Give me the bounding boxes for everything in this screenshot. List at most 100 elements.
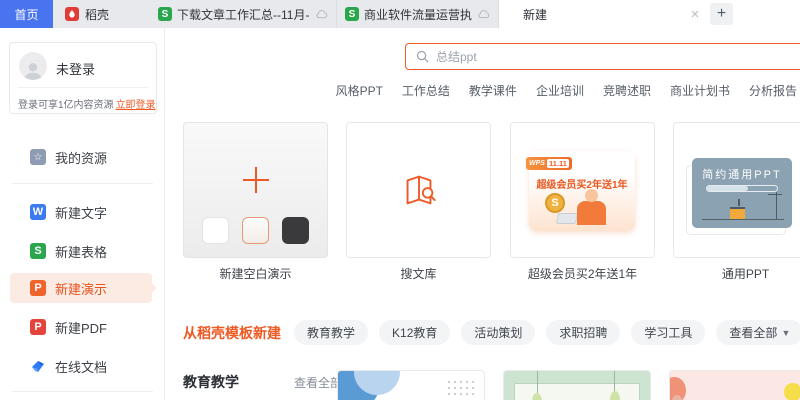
- sun-decor: [784, 383, 800, 400]
- theme-swatch-dark[interactable]: [282, 217, 309, 244]
- slide-pole: [775, 192, 777, 219]
- selected-arrow: [145, 282, 157, 294]
- avatar[interactable]: [19, 52, 47, 80]
- tab-document-1[interactable]: S 下载文章工作汇总--11月-翁思尧: [150, 0, 337, 28]
- card-label[interactable]: 搜文库: [346, 265, 491, 282]
- badge-date: 11.11: [546, 159, 569, 168]
- quick-link[interactable]: 分析报告: [749, 82, 797, 99]
- tab-document-1-title: 下载文章工作汇总--11月-翁思尧: [177, 7, 310, 22]
- thumbnail-decor: [672, 395, 682, 400]
- login-promo-label: 登录可享1亿内容资源: [18, 100, 114, 111]
- slide-chimney: [738, 199, 740, 206]
- tag-pill[interactable]: 求职招聘: [546, 320, 621, 345]
- promo-banner: WPS 11.11 超级会员买2年送1年 S: [526, 151, 635, 231]
- theme-swatch-white[interactable]: [202, 217, 229, 244]
- thumbnail-decor: [614, 371, 615, 393]
- login-promo-text: 登录可享1亿内容资源 立即登录: [18, 96, 156, 111]
- sidebar-item-label: 新建文字: [55, 205, 108, 221]
- sidebar-item-label: 我的资源: [55, 150, 108, 166]
- spreadsheet-icon: S: [158, 7, 172, 21]
- wps-1111-badge: WPS 11.11: [526, 157, 572, 170]
- docer-flame-icon: [65, 7, 79, 21]
- template-slide-preview: 简约通用PPT: [692, 158, 792, 228]
- search-input[interactable]: [436, 49, 736, 64]
- card-label[interactable]: 超级会员买2年送1年: [510, 265, 655, 282]
- theme-swatches: [184, 217, 327, 244]
- sidebar-item-new-document[interactable]: W 新建文字: [10, 197, 152, 227]
- presentation-icon: P: [30, 280, 46, 296]
- card-label[interactable]: 新建空白演示: [183, 265, 328, 282]
- spreadsheet-icon: S: [345, 7, 359, 21]
- sidebar-item-new-spreadsheet[interactable]: S 新建表格: [10, 236, 152, 266]
- sidebar-item-label: 新建演示: [55, 281, 108, 297]
- category-title: 教育教学: [183, 374, 239, 390]
- tag-pill[interactable]: 教育教学: [294, 320, 369, 345]
- super-member-promo-card[interactable]: WPS 11.11 超级会员买2年送1年 S: [510, 122, 655, 258]
- view-all-label: 查看全部: [729, 326, 778, 340]
- person-illustration: [577, 201, 606, 225]
- spreadsheet-icon: S: [30, 243, 46, 259]
- sidebar-item-label: 新建PDF: [55, 320, 108, 336]
- quick-link[interactable]: 商业计划书: [670, 82, 730, 99]
- star-icon: ☆: [30, 149, 46, 165]
- tab-new-label: 新建: [523, 7, 548, 22]
- template-thumbnail[interactable]: [337, 370, 485, 400]
- pdf-icon: P: [30, 319, 46, 335]
- view-all-dropdown[interactable]: 查看全部 ▼: [716, 320, 800, 345]
- quick-link[interactable]: 竞聘述职: [603, 82, 651, 99]
- generic-ppt-card[interactable]: 简约通用PPT: [673, 122, 800, 258]
- section-title: 从稻壳模板新建: [183, 324, 281, 341]
- slide-progress-bar: [706, 185, 778, 192]
- book-search-icon: [347, 169, 490, 211]
- login-link[interactable]: 立即登录: [116, 100, 156, 111]
- writer-icon: W: [30, 204, 46, 220]
- sidebar-item-label: 在线文档: [55, 359, 108, 375]
- category-view-all-link[interactable]: 查看全部: [294, 374, 342, 391]
- category-row-header: 教育教学 查看全部: [183, 372, 342, 392]
- search-quick-links: 风格PPT 工作总结 教学课件 企业培训 竞聘述职 商业计划书 分析报告: [336, 82, 797, 99]
- home-button[interactable]: 首页: [0, 0, 53, 28]
- person-head-illustration: [585, 189, 598, 202]
- tab-new-active[interactable]: 新建: [499, 0, 707, 28]
- tag-pill[interactable]: 活动策划: [461, 320, 536, 345]
- sidebar-item-online-docs[interactable]: 在线文档: [10, 351, 152, 381]
- thumbnail-decor: [537, 371, 538, 393]
- house-illustration: [730, 207, 745, 219]
- tab-docer-label: 稻壳: [85, 7, 110, 22]
- divider: [18, 87, 148, 88]
- quick-link[interactable]: 教学课件: [469, 82, 517, 99]
- template-thumbnail[interactable]: [503, 370, 651, 400]
- tab-docer[interactable]: 稻壳: [53, 0, 150, 28]
- quick-link[interactable]: 风格PPT: [336, 82, 383, 99]
- tab-bar: 首页 稻壳 S 下载文章工作汇总--11月-翁思尧 S 商业软件流量运营执行表-…: [0, 0, 800, 28]
- online-docs-icon: [30, 358, 46, 374]
- tab-document-2[interactable]: S 商业软件流量运营执行表-11.10: [337, 0, 499, 28]
- new-tab-button[interactable]: +: [710, 3, 733, 25]
- quick-link[interactable]: 工作总结: [402, 82, 450, 99]
- main-content: 风格PPT 工作总结 教学课件 企业培训 竞聘述职 商业计划书 分析报告 新建空…: [165, 28, 800, 400]
- search-box[interactable]: [405, 43, 800, 70]
- template-thumbnail[interactable]: [669, 370, 800, 400]
- login-card: 未登录 登录可享1亿内容资源 立即登录: [9, 42, 157, 114]
- card-label[interactable]: 通用PPT: [673, 265, 800, 282]
- close-tab-icon[interactable]: ×: [683, 0, 707, 28]
- plus-icon: [184, 166, 327, 194]
- sidebar-item-label: 新建表格: [55, 244, 108, 260]
- theme-swatch-beige-selected[interactable]: [242, 217, 269, 244]
- tag-pill[interactable]: K12教育: [379, 320, 451, 345]
- wps-home-window: 首页 稻壳 S 下载文章工作汇总--11月-翁思尧 S 商业软件流量运营执行表-…: [0, 0, 800, 400]
- cloud-sync-icon: [315, 9, 328, 19]
- search-icon: [416, 50, 429, 63]
- sidebar-item-my-resources[interactable]: ☆ 我的资源: [10, 142, 152, 172]
- coin-icon: S: [545, 193, 565, 213]
- sidebar-item-new-presentation[interactable]: P 新建演示: [10, 273, 157, 303]
- sidebar-item-new-pdf[interactable]: P 新建PDF: [10, 312, 152, 342]
- thumbnail-decor: [446, 379, 476, 397]
- login-status-text: 未登录: [56, 62, 96, 77]
- tag-pill[interactable]: 学习工具: [631, 320, 706, 345]
- sidebar: 未登录 登录可享1亿内容资源 立即登录 ☆ 我的资源 W 新建文字 S 新建表格 …: [0, 28, 165, 400]
- new-blank-presentation-card[interactable]: [183, 122, 328, 258]
- search-library-card[interactable]: [346, 122, 491, 258]
- docer-template-section: 从稻壳模板新建 教育教学 K12教育 活动策划 求职招聘 学习工具 查看全部 ▼…: [183, 320, 800, 345]
- quick-link[interactable]: 企业培训: [536, 82, 584, 99]
